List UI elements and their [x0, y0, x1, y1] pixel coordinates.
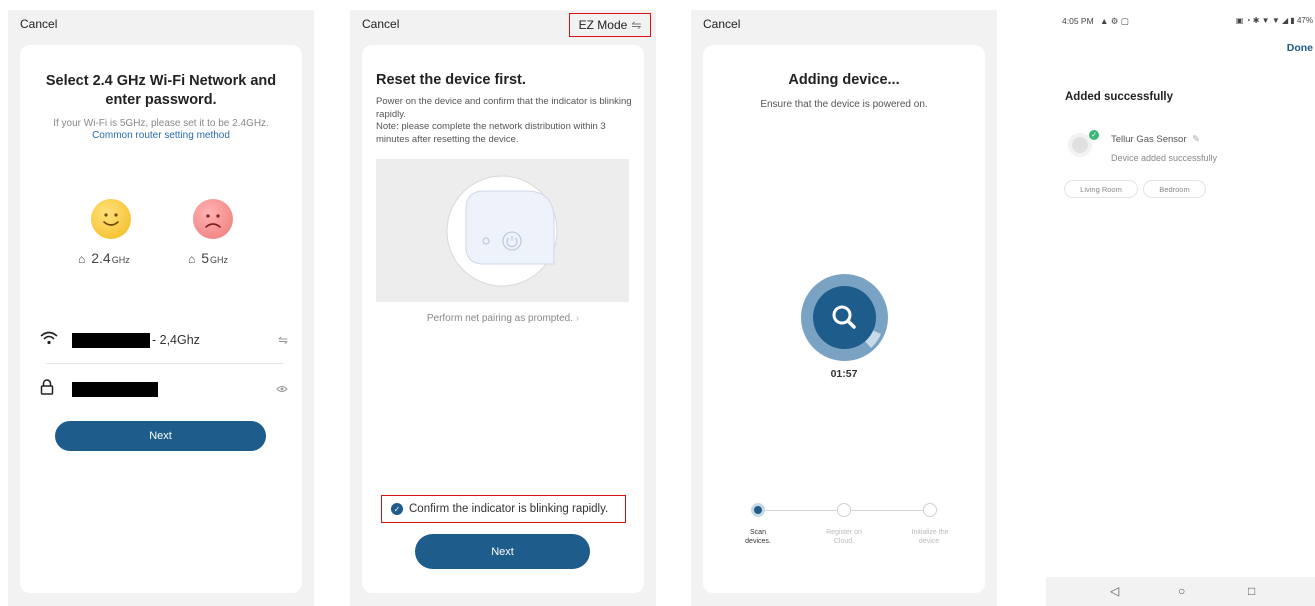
- done-button[interactable]: Done: [1287, 42, 1313, 54]
- ssid-redacted: [72, 332, 150, 348]
- pairing-prompt-text: Perform net pairing as prompted.: [426, 313, 574, 324]
- band-5-value: 5: [201, 250, 210, 266]
- page-title: Reset the device first.: [376, 72, 526, 88]
- instruction-power: Power on the device and confirm that the…: [376, 96, 632, 120]
- recent-nav-icon[interactable]: □: [1248, 584, 1255, 598]
- signal-icons: ▣ ◔ ✱ ▼ ▼ ◢ ▮: [1235, 16, 1295, 25]
- check-icon: ✓: [391, 503, 403, 515]
- password-redacted: [72, 381, 158, 397]
- android-nav-bar: ◁ ○ □: [1046, 577, 1315, 606]
- reset-card: Reset the device first. Power on the dev…: [362, 45, 644, 593]
- room-chip-bedroom[interactable]: Bedroom: [1143, 180, 1206, 198]
- happy-face-icon: [91, 199, 131, 239]
- power-hint: Ensure that the device is powered on.: [760, 99, 928, 110]
- field-divider: [46, 363, 284, 364]
- ssid-suffix: - 2,4Ghz: [152, 333, 200, 347]
- wifi-hint-text: If your Wi-Fi is 5GHz, please set it to …: [53, 118, 269, 129]
- step-initialize-label: Initialize the device.: [900, 528, 960, 546]
- step-register-label: Register on Cloud.: [814, 528, 874, 546]
- scan-progress: [801, 274, 888, 361]
- band-5ghz-label: ⌂ 5 GHz: [188, 250, 228, 266]
- step-scan-label: Scan devices.: [728, 528, 788, 546]
- status-time-text: 4:05 PM: [1062, 16, 1094, 26]
- adding-card: Adding device... Ensure that the device …: [703, 45, 985, 593]
- band-24-value: 2.4: [91, 250, 111, 266]
- adding-device-screen: Cancel Adding device... Ensure that the …: [691, 10, 997, 606]
- battery-level: 47%: [1296, 16, 1313, 25]
- status-bar-icons: ▣ ◔ ✱ ▼ ▼ ◢ ▮ 47%: [1236, 16, 1313, 25]
- device-name[interactable]: Tellur Gas Sensor ✎: [1111, 134, 1200, 145]
- step-register-line2: Cloud.: [833, 538, 855, 545]
- instruction-note: Note: please complete the network distri…: [376, 121, 606, 145]
- chevron-right-icon: ›: [575, 313, 580, 324]
- reset-instructions: Power on the device and confirm that the…: [376, 96, 632, 146]
- pairing-prompt-link[interactable]: Perform net pairing as prompted. ›: [362, 313, 644, 324]
- device-name-text: Tellur Gas Sensor: [1111, 134, 1187, 145]
- countdown-timer: 01:57: [830, 368, 858, 380]
- password-field[interactable]: [40, 377, 288, 401]
- room-chip-living-room[interactable]: Living Room: [1064, 180, 1138, 198]
- ez-mode-label: EZ Mode: [578, 18, 628, 32]
- ssid-field[interactable]: - 2,4Ghz ⇋: [40, 328, 288, 352]
- band-24-unit: GHz: [111, 255, 130, 265]
- swap-icon: ⇋: [631, 18, 642, 32]
- wifi-icon: [40, 331, 58, 350]
- success-check-icon: ✓: [1089, 130, 1099, 140]
- page-title: Added successfully: [1065, 91, 1174, 103]
- step-register-dot: [837, 503, 851, 517]
- step-initialize-line1: Initialize the: [911, 529, 949, 536]
- added-success-screen: 4:05 PM ▲ ⚙ ▢ ▣ ◔ ✱ ▼ ▼ ◢ ▮ 47% Done Add…: [1046, 10, 1315, 606]
- step-initialize-line2: device.: [918, 538, 942, 545]
- step-scan-line1: Scan: [750, 529, 766, 536]
- search-icon: [813, 286, 876, 349]
- page-title: Adding device...: [788, 72, 900, 88]
- next-button[interactable]: Next: [55, 421, 266, 451]
- router-icon: ⌂: [78, 252, 86, 266]
- edit-icon[interactable]: ✎: [1192, 134, 1200, 145]
- ez-mode-button[interactable]: EZ Mode ⇋: [569, 13, 651, 37]
- cancel-button[interactable]: Cancel: [703, 17, 740, 31]
- back-nav-icon[interactable]: ◁: [1110, 584, 1119, 598]
- band-5-unit: GHz: [210, 255, 229, 265]
- wifi-select-screen: Cancel Select 2.4 GHz Wi-Fi Network and …: [8, 10, 314, 606]
- page-title: Select 2.4 GHz Wi-Fi Network and enter p…: [45, 73, 277, 108]
- sad-face-icon: [193, 199, 233, 239]
- lock-icon: [40, 378, 54, 400]
- home-nav-icon[interactable]: ○: [1178, 584, 1185, 598]
- router-icon: ⌂: [188, 252, 196, 266]
- status-bar-time: 4:05 PM ▲ ⚙ ▢: [1062, 16, 1129, 27]
- confirm-label: Confirm the indicator is blinking rapidl…: [409, 503, 609, 515]
- swap-icon[interactable]: ⇋: [278, 333, 288, 347]
- next-button[interactable]: Next: [415, 534, 590, 569]
- confirm-indicator-checkbox[interactable]: ✓ Confirm the indicator is blinking rapi…: [381, 495, 626, 523]
- step-scan-dot: [751, 503, 765, 517]
- router-setting-link[interactable]: Common router setting method: [20, 130, 302, 141]
- eye-icon[interactable]: [276, 382, 288, 396]
- reset-device-screen: Cancel EZ Mode ⇋ Reset the device first.…: [350, 10, 656, 606]
- device-illustration: [376, 159, 629, 302]
- step-register-line1: Register on: [826, 529, 862, 536]
- step-initialize-dot: [923, 503, 937, 517]
- cancel-button[interactable]: Cancel: [20, 17, 57, 31]
- device-status: Device added successfully: [1111, 153, 1218, 163]
- wifi-card: Select 2.4 GHz Wi-Fi Network and enter p…: [20, 45, 302, 593]
- notification-icons: ▲ ⚙ ▢: [1100, 16, 1129, 26]
- cancel-button[interactable]: Cancel: [362, 17, 399, 31]
- band-24ghz-label: ⌂ 2.4 GHz: [78, 250, 130, 266]
- step-scan-line2: devices.: [745, 538, 771, 545]
